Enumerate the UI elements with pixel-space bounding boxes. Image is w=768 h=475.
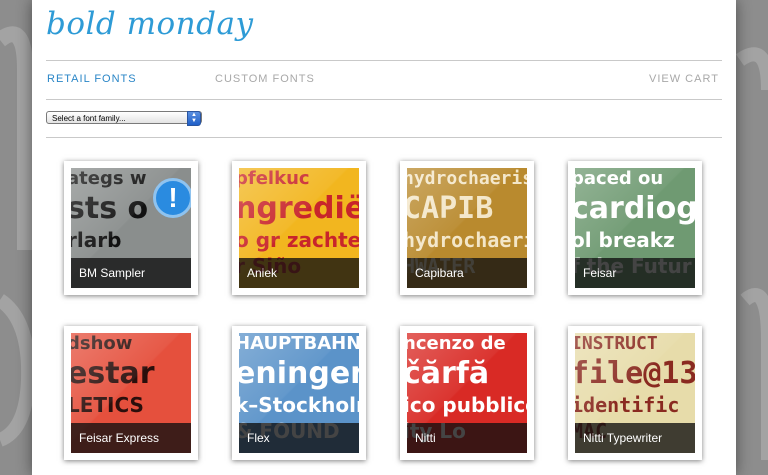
- font-card[interactable]: HAUPTBAHNHOeningenk–Stockholm Arland& FO…: [232, 326, 366, 460]
- select-arrows-icon: ▲ ▼: [187, 111, 201, 126]
- font-name-label: Feisar: [575, 258, 695, 288]
- font-card[interactable]: ategs wsts orlarbBM Sampler!: [64, 161, 198, 295]
- font-name-label: Nitti: [407, 423, 527, 453]
- divider: [46, 137, 722, 138]
- font-name-label: Capibara: [407, 258, 527, 288]
- font-card[interactable]: pfelkucngrediëno gr zachter SiñoAniek: [232, 161, 366, 295]
- font-name-label: Aniek: [239, 258, 359, 288]
- font-name-label: Nitti Typewriter: [575, 423, 695, 453]
- font-name-label: BM Sampler: [71, 258, 191, 288]
- font-thumbnail[interactable]: paced oucardiogrammol breakzf the FuturF…: [575, 168, 695, 288]
- divider: [46, 60, 722, 61]
- font-name-label: Feisar Express: [71, 423, 191, 453]
- exclamation-icon: !: [153, 178, 191, 218]
- font-thumbnail[interactable]: HAUPTBAHNHOeningenk–Stockholm Arland& FO…: [239, 333, 359, 453]
- font-name-label: Flex: [239, 423, 359, 453]
- divider: [46, 99, 722, 100]
- font-family-select-value: Select a font family...: [52, 114, 126, 123]
- font-card[interactable]: dshowestarLETICSFeisar Express: [64, 326, 198, 460]
- nav-view-cart[interactable]: VIEW CART: [649, 73, 719, 85]
- page-container: bold monday RETAIL FONTS CUSTOM FONTS VI…: [32, 0, 736, 475]
- font-thumbnail[interactable]: ategs wsts orlarbBM Sampler!: [71, 168, 191, 288]
- font-thumbnail[interactable]: ncenzo dečărfăico pubblico nity LoNitti: [407, 333, 527, 453]
- font-card[interactable]: ncenzo dečărfăico pubblico nity LoNitti: [400, 326, 534, 460]
- font-family-select[interactable]: Select a font family... ▲ ▼: [46, 111, 202, 126]
- font-card[interactable]: hydrochaeris hCAPIBhydrochaeris iHWATERC…: [400, 161, 534, 295]
- font-thumbnail[interactable]: pfelkucngrediëno gr zachter SiñoAniek: [239, 168, 359, 288]
- nav-retail-fonts[interactable]: RETAIL FONTS: [47, 73, 137, 85]
- font-thumbnail[interactable]: INSTRUCTfile@13identificMACNitti Typewri…: [575, 333, 695, 453]
- site-logo[interactable]: bold monday: [46, 6, 253, 42]
- font-card[interactable]: paced oucardiogrammol breakzf the FuturF…: [568, 161, 702, 295]
- nav-custom-fonts[interactable]: CUSTOM FONTS: [215, 73, 315, 85]
- font-thumbnail[interactable]: hydrochaeris hCAPIBhydrochaeris iHWATERC…: [407, 168, 527, 288]
- font-thumbnail[interactable]: dshowestarLETICSFeisar Express: [71, 333, 191, 453]
- font-card[interactable]: INSTRUCTfile@13identificMACNitti Typewri…: [568, 326, 702, 460]
